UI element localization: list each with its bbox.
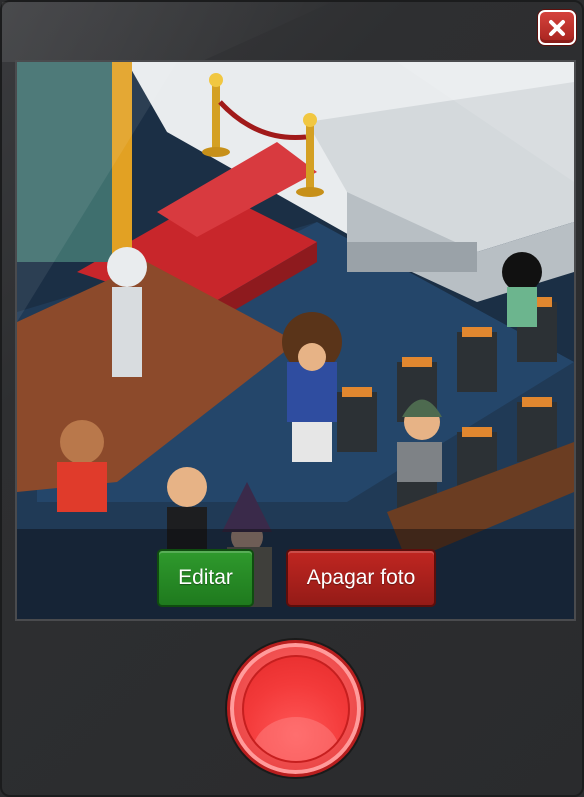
edit-button[interactable]: Editar xyxy=(157,549,254,607)
shutter-button[interactable] xyxy=(225,638,366,779)
delete-photo-button[interactable]: Apagar foto xyxy=(286,549,436,607)
camera-window: Editar Apagar foto xyxy=(0,0,584,797)
room-scene-image xyxy=(17,62,574,619)
close-button[interactable] xyxy=(538,10,576,45)
photo-preview: Editar Apagar foto xyxy=(15,60,576,621)
close-icon xyxy=(549,19,565,36)
shutter-icon xyxy=(241,654,350,763)
shutter-ring xyxy=(227,640,364,777)
